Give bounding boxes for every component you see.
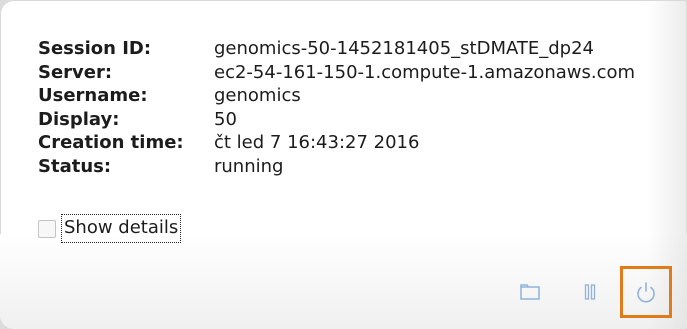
show-details-label[interactable]: Show details [61,214,182,243]
power-icon [637,282,655,303]
suspend-session-button[interactable] [578,280,602,304]
terminate-session-button[interactable] [620,266,672,318]
session-panel: Session ID: genomics-50-1452181405_stDMA… [0,0,687,329]
username-value: genomics [214,85,301,106]
display-value: 50 [214,108,237,130]
display-label: Display: [38,108,120,130]
show-details-checkbox[interactable] [38,219,56,238]
session-info-grid: Session ID: genomics-50-1452181405_stDMA… [38,38,635,178]
creation-time-label: Creation time: [38,132,184,153]
status-value: running [214,155,284,177]
status-label: Status: [38,155,112,177]
open-folder-button[interactable] [518,280,542,304]
server-label: Server: [38,61,113,83]
folder-icon [520,284,540,300]
username-label: Username: [38,85,148,106]
server-value: ec2-54-161-150-1.compute-1.amazonaws.com [214,61,636,83]
session-id-value: genomics-50-1452181405_stDMATE_dp24 [214,38,595,59]
show-details-toggle[interactable]: Show details [38,214,182,243]
session-id-label: Session ID: [38,38,152,59]
pause-icon [584,284,596,300]
creation-time-value: čt led 7 16:43:27 2016 [214,132,420,153]
